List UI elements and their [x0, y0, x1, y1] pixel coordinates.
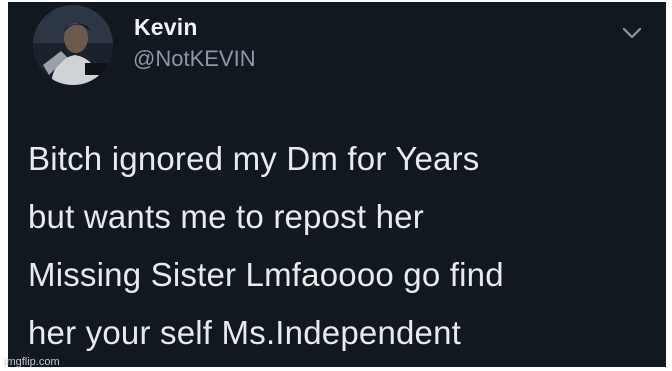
tweet-text: Bitch ignored my Dm for Years but wants …	[28, 140, 504, 351]
avatar[interactable]	[33, 5, 113, 85]
author-handle[interactable]: @NotKEVIN	[133, 46, 256, 72]
chevron-down-icon[interactable]	[622, 26, 642, 40]
avatar-photo-icon	[33, 5, 113, 85]
tweet-card: Kevin @NotKEVIN Bitch ignored my Dm for …	[8, 2, 666, 367]
screenshot-frame: Kevin @NotKEVIN Bitch ignored my Dm for …	[0, 0, 672, 371]
watermark: imgflip.com	[4, 356, 60, 368]
author-name[interactable]: Kevin	[134, 14, 198, 41]
